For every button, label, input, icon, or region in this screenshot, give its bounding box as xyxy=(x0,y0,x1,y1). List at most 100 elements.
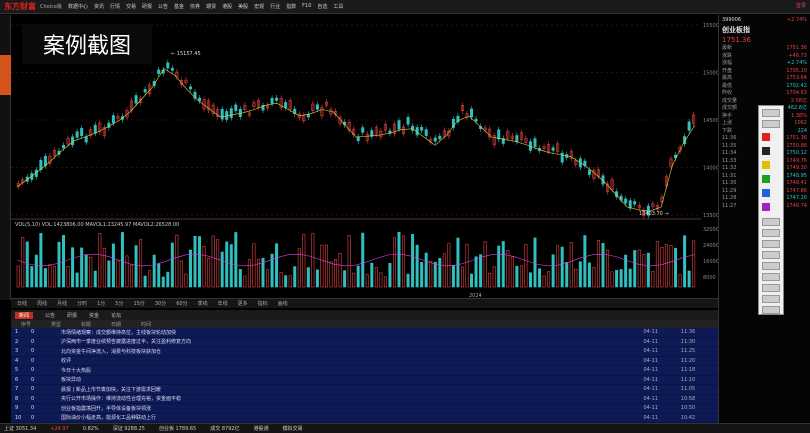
period-tab[interactable]: 60分 xyxy=(176,300,187,307)
candle xyxy=(270,97,274,104)
candle xyxy=(456,115,460,123)
news-row[interactable]: 10 0 国际油价小幅走高，能源化工品种联动上行 04-11 10:42 xyxy=(11,414,718,423)
news-tab[interactable]: 公告 xyxy=(45,312,55,319)
volume-bar xyxy=(533,237,537,288)
news-tab[interactable]: 资金 xyxy=(89,312,99,319)
toolbox-cursor-button[interactable] xyxy=(762,109,780,117)
menu-item[interactable]: 公告 xyxy=(158,3,168,10)
quote-row-value: 1748.41 xyxy=(786,180,807,186)
news-type: 0 xyxy=(31,367,35,374)
color-purple-swatch[interactable] xyxy=(762,203,770,211)
menu-item[interactable]: 行情 xyxy=(110,3,120,10)
period-tab[interactable]: 分时 xyxy=(77,300,87,307)
news-title[interactable]: 央行公开市场操作：维持流动性合理充裕，资金面平稳 xyxy=(61,395,608,402)
news-title[interactable]: 国际油价小幅走高，能源化工品种联动上行 xyxy=(61,414,608,421)
main-menu: 数据中心 资讯 行情 交易 研报 公告 基金 债券 期货 港股 美股 宏观 行业 指数 F10 自选 工具 xyxy=(68,3,344,10)
period-tab[interactable]: 月线 xyxy=(57,300,67,307)
news-row[interactable]: 3 0 北向资金午间净流入，消费与科技板块获加仓 04-11 11:25 xyxy=(11,347,718,357)
toolbox-close-button[interactable] xyxy=(762,306,780,314)
news-title[interactable]: 今日十大热股 xyxy=(61,367,608,374)
period-tab[interactable]: 15分 xyxy=(133,300,144,307)
news-row[interactable]: 7 0 晨报 | 新品上市节奏加快，关注下游需求回暖 04-11 11:05 xyxy=(11,385,718,395)
quote-row: 涨跌 +46.73 xyxy=(719,53,810,61)
color-black-swatch[interactable] xyxy=(762,147,770,155)
menu-item[interactable]: 指数 xyxy=(286,3,296,10)
volume-bar xyxy=(243,275,247,288)
period-tab[interactable]: 5分 xyxy=(115,300,123,307)
toolbox-channel-button[interactable] xyxy=(762,262,780,270)
menu-item[interactable]: 美股 xyxy=(238,3,248,10)
news-title[interactable]: 创业板指震荡回升，半导体设备板块领涨 xyxy=(61,405,608,412)
candle xyxy=(157,69,161,75)
quote-row: 成交量 2.58亿 xyxy=(719,98,810,106)
menu-item[interactable]: 期货 xyxy=(206,3,216,10)
quote-row-value: 1704.63 xyxy=(786,90,807,96)
volume-bar xyxy=(179,260,183,288)
volume-bar xyxy=(311,233,315,288)
menu-item[interactable]: 工具 xyxy=(333,3,343,10)
news-row[interactable]: 1 0 市场情绪观察：成交额维持高位，主线板块轮动加快 04-11 11:36 xyxy=(11,328,718,338)
news-tab[interactable]: 新闻 xyxy=(15,311,34,319)
news-row[interactable]: 4 0 收评 04-11 11:20 xyxy=(11,357,718,366)
toolbox-fib-button[interactable] xyxy=(762,273,780,281)
period-tab[interactable]: 周线 xyxy=(37,300,47,307)
period-tab[interactable]: 1分 xyxy=(97,300,105,307)
toolbox-rect-button[interactable] xyxy=(762,218,780,226)
menu-item[interactable]: 资讯 xyxy=(94,3,104,10)
color-red-swatch[interactable] xyxy=(762,133,770,141)
quote-row-label: 11:28 xyxy=(722,195,737,201)
news-title[interactable]: 板块异动 xyxy=(61,376,608,383)
menu-item[interactable]: 自选 xyxy=(317,3,327,10)
period-tab[interactable]: 日线 xyxy=(17,300,27,307)
news-row[interactable]: 9 0 创业板指震荡回升，半导体设备板块领涨 04-11 10:50 xyxy=(11,404,718,414)
color-blue-swatch[interactable] xyxy=(762,189,770,197)
volume-bar xyxy=(216,239,220,288)
period-tab[interactable]: 画线 xyxy=(278,300,288,307)
menu-item[interactable]: F10 xyxy=(302,3,311,10)
menu-item[interactable]: 债券 xyxy=(190,3,200,10)
news-title[interactable]: 沪深两市一季度业绩预告披露进度过半，关注盈利修复方向 xyxy=(61,338,608,345)
menu-item[interactable]: 港股 xyxy=(222,3,232,10)
toolbox-text-button[interactable] xyxy=(762,229,780,237)
news-row[interactable]: 5 0 今日十大热股 04-11 11:18 xyxy=(11,366,718,376)
toolbox-ray-button[interactable] xyxy=(762,251,780,259)
period-tab[interactable]: 季线 xyxy=(198,300,208,307)
color-green-swatch[interactable] xyxy=(762,175,770,183)
toolbox-arrow-button[interactable] xyxy=(762,240,780,248)
menu-item[interactable]: 数据中心 xyxy=(68,3,88,10)
quote-row-label: 最高 xyxy=(722,75,733,81)
toolbox-line-button[interactable] xyxy=(762,120,780,128)
menu-item[interactable]: 行业 xyxy=(270,3,280,10)
volume-bar xyxy=(302,234,306,288)
quote-name: 创业板指 xyxy=(722,26,750,34)
menu-item[interactable]: 宏观 xyxy=(254,3,264,10)
toolbox-lock-button[interactable] xyxy=(762,295,780,303)
login-link[interactable]: 登录 xyxy=(796,2,806,9)
news-row[interactable]: 2 0 沪深两市一季度业绩预告披露进度过半，关注盈利修复方向 04-11 11:30 xyxy=(11,338,718,347)
news-tab[interactable]: 论坛 xyxy=(111,312,121,319)
left-toolbar-active-tab[interactable] xyxy=(0,55,11,95)
news-title[interactable]: 晨报 | 新品上市节奏加快，关注下游需求回暖 xyxy=(61,386,608,393)
period-tab[interactable]: 年线 xyxy=(218,300,228,307)
news-row[interactable]: 8 0 央行公开市场操作：维持流动性合理充裕，资金面平稳 04-11 10:58 xyxy=(11,395,718,404)
news-title[interactable]: 北向资金午间净流入，消费与科技板块获加仓 xyxy=(61,348,608,355)
news-tab[interactable]: 研报 xyxy=(67,312,77,319)
toolbox-erase-button[interactable] xyxy=(762,284,780,292)
candle xyxy=(229,108,233,118)
volume-bar xyxy=(211,235,215,288)
color-yellow-swatch[interactable] xyxy=(762,161,770,169)
news-row[interactable]: 6 0 板块异动 04-11 11:10 xyxy=(11,376,718,385)
period-tab[interactable]: 更多 xyxy=(238,300,248,307)
period-tab[interactable]: 30分 xyxy=(155,300,166,307)
period-tab[interactable]: 指标 xyxy=(258,300,268,307)
volume-bar xyxy=(157,263,161,288)
news-title[interactable]: 收评 xyxy=(61,357,608,364)
menu-item[interactable]: 基金 xyxy=(174,3,184,10)
app-logo[interactable]: 东方财富 xyxy=(0,1,40,12)
news-header-cell: 类型 xyxy=(51,321,62,328)
news-title[interactable]: 市场情绪观察：成交额维持高位，主线板块轮动加快 xyxy=(61,329,608,336)
menu-item[interactable]: 交易 xyxy=(126,3,136,10)
volume-bar xyxy=(275,243,279,288)
menu-item[interactable]: 研报 xyxy=(142,3,152,10)
left-toolbar xyxy=(0,15,11,300)
